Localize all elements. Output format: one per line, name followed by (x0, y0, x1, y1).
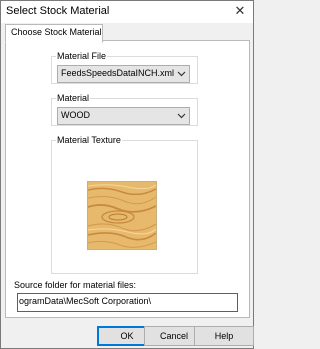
material-file-dropdown[interactable]: FeedsSpeedsDataINCH.xml (57, 65, 190, 83)
source-folder-value: ogramData\MecSoft Corporation\ (19, 296, 152, 306)
window-title: Select Stock Material (6, 5, 110, 17)
chevron-down-icon (177, 71, 186, 77)
wood-texture-image (87, 181, 157, 250)
select-stock-material-dialog: Select Stock Material ✕ Choose Stock Mat… (0, 0, 254, 349)
help-button[interactable]: Help (194, 326, 254, 346)
tab-choose-stock-material[interactable]: Choose Stock Material (5, 24, 103, 43)
material-value: WOOD (61, 110, 90, 120)
material-group: Material WOOD (51, 93, 198, 126)
close-icon[interactable]: ✕ (233, 3, 247, 19)
chevron-down-icon (177, 113, 186, 119)
material-texture-group: Material Texture (51, 135, 198, 274)
tab-label: Choose Stock Material (11, 27, 102, 37)
material-label: Material (56, 93, 91, 103)
title-bar: Select Stock Material ✕ (1, 1, 253, 23)
tab-panel: Material File FeedsSpeedsDataINCH.xml Ma… (5, 40, 250, 318)
material-file-group: Material File FeedsSpeedsDataINCH.xml (51, 51, 198, 84)
material-texture-label: Material Texture (56, 135, 122, 145)
material-dropdown[interactable]: WOOD (57, 107, 190, 125)
source-folder-label: Source folder for material files: (14, 280, 137, 290)
source-folder-input[interactable]: ogramData\MecSoft Corporation\ (17, 293, 238, 312)
material-file-label: Material File (56, 51, 108, 61)
material-file-value: FeedsSpeedsDataINCH.xml (61, 68, 175, 78)
